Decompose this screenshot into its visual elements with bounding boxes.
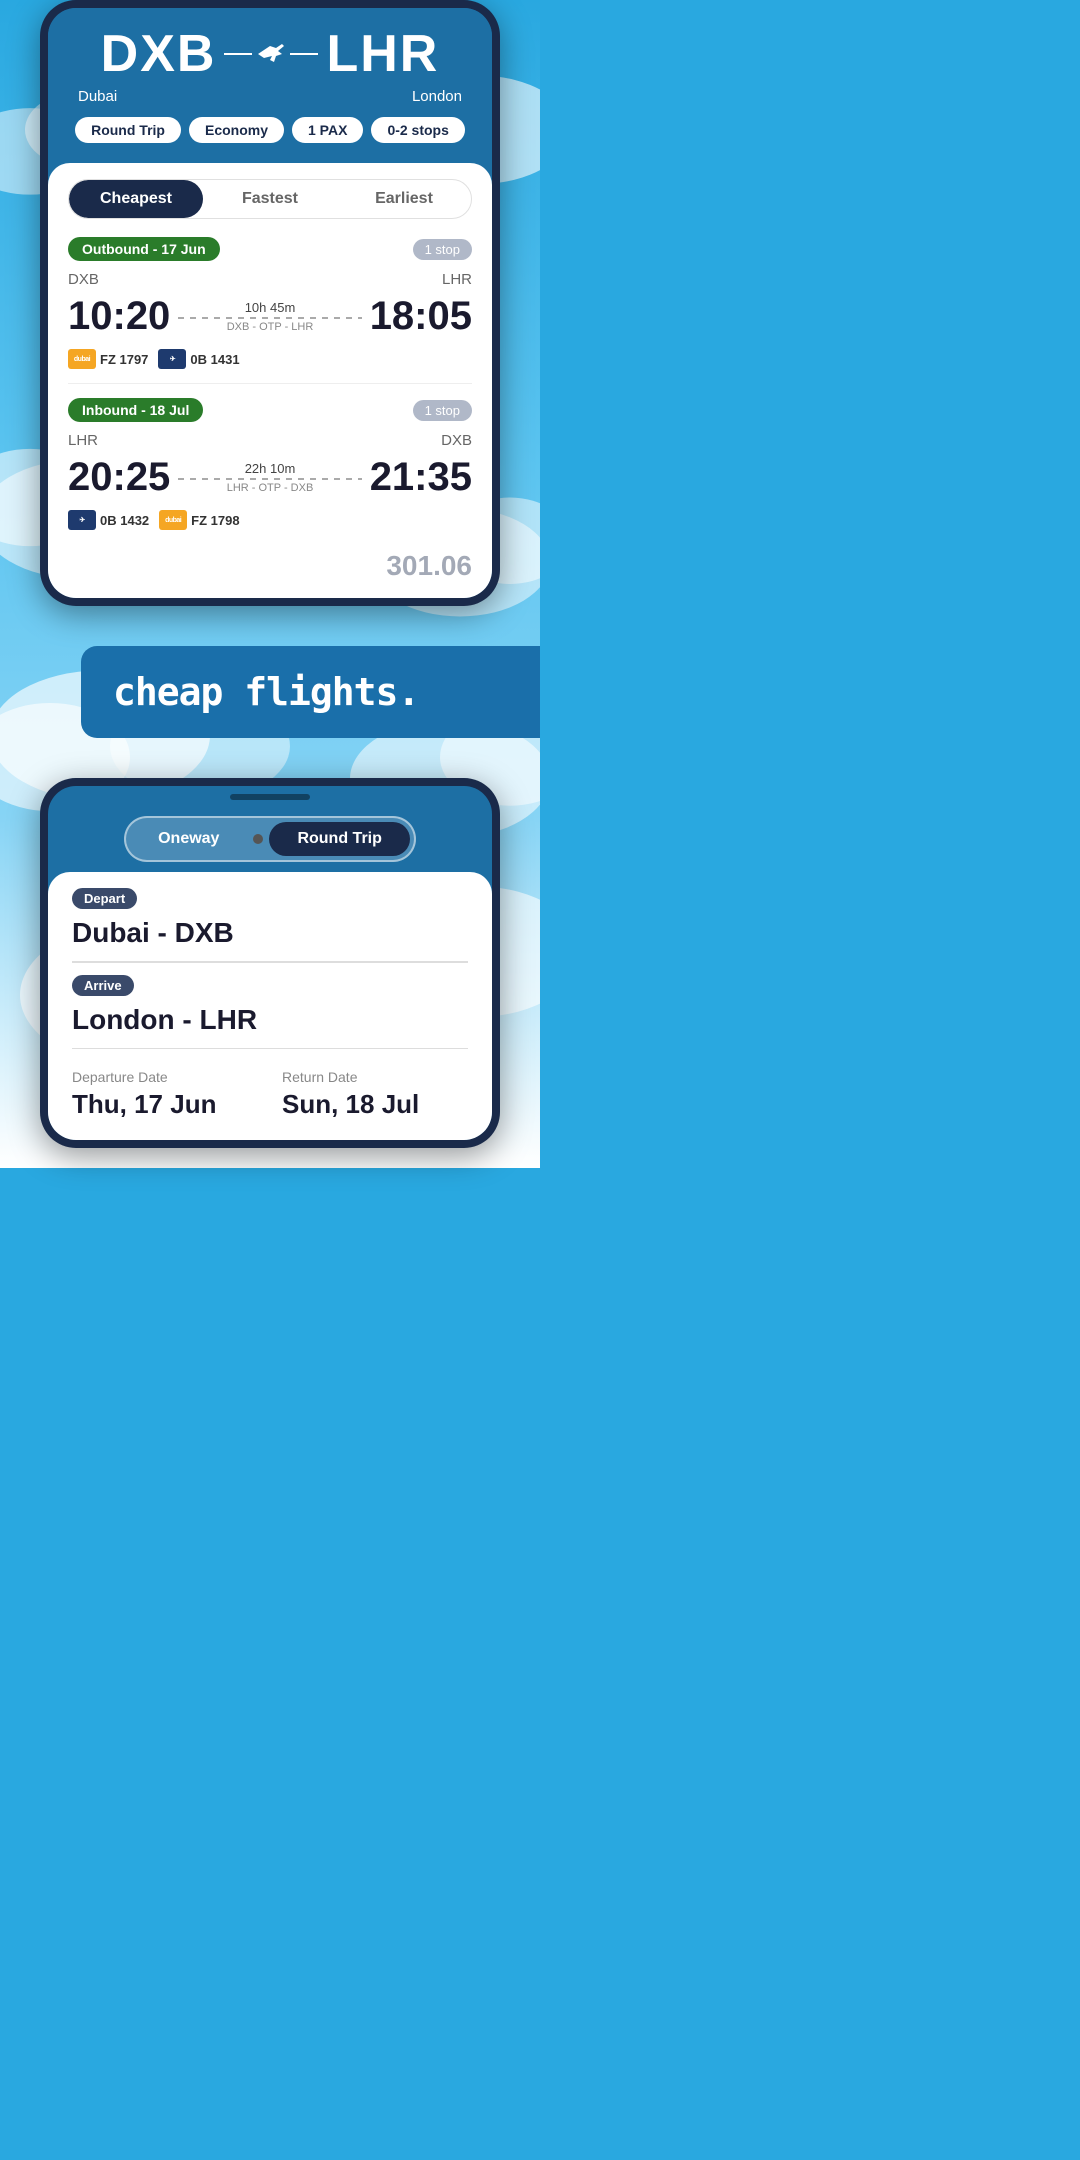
field-divider-1 [72, 961, 468, 963]
inbound-dest: DXB [441, 432, 472, 449]
departure-date-value[interactable]: Thu, 17 Jun [72, 1089, 258, 1120]
middle-section: cheap flights. [0, 606, 540, 758]
outbound-flight-2: 0B 1431 [190, 352, 239, 367]
cabin-pill[interactable]: Economy [189, 117, 284, 143]
tagline-box: cheap flights. [81, 646, 540, 738]
outbound-airline-2: ✈ 0B 1431 [158, 349, 239, 369]
price-preview: 301.06 [68, 544, 472, 582]
departure-date-label: Departure Date [72, 1069, 258, 1085]
origin-code: DXB [101, 24, 217, 84]
outbound-dashed-line [178, 317, 361, 319]
plane-icon [224, 42, 318, 66]
passengers-pill[interactable]: 1 PAX [292, 117, 363, 143]
toggle-row: Oneway Round Trip [48, 800, 492, 872]
sort-tabs: Cheapest Fastest Earliest [68, 179, 472, 219]
inbound-flight-1: 0B 1432 [100, 513, 149, 528]
return-date-label: Return Date [282, 1069, 468, 1085]
depart-value[interactable]: Dubai - DXB [72, 917, 468, 949]
departure-date-col: Departure Date Thu, 17 Jun [72, 1069, 258, 1120]
inbound-header: Inbound - 18 Jul 1 stop [68, 398, 472, 422]
inbound-route: LHR DXB [68, 432, 472, 449]
route-display: DXB LHR [68, 24, 472, 84]
origin-city: Dubai [78, 88, 117, 105]
notch [230, 794, 310, 800]
inbound-duration: 22h 10m [245, 461, 296, 476]
outbound-airlines: dubai FZ 1797 ✈ 0B 1431 [68, 349, 472, 369]
outbound-dest: LHR [442, 271, 472, 288]
outbound-header: Outbound - 17 Jun 1 stop [68, 237, 472, 261]
flydubai-logo-2: dubai [159, 510, 187, 530]
outbound-arrive: 18:05 [370, 294, 472, 339]
arrive-value[interactable]: London - LHR [72, 1004, 468, 1036]
inbound-stop-badge: 1 stop [413, 400, 472, 421]
flydubai-logo: dubai [68, 349, 96, 369]
dest-city: London [412, 88, 462, 105]
toggle-roundtrip[interactable]: Round Trip [269, 822, 409, 856]
phone2-form: Depart Dubai - DXB Arrive London - LHR D… [48, 872, 492, 1140]
trip-type-pill[interactable]: Round Trip [75, 117, 181, 143]
inbound-arrive: 21:35 [370, 455, 472, 500]
phone-2: Oneway Round Trip Depart Dubai - DXB Arr… [40, 778, 500, 1148]
inbound-origin: LHR [68, 432, 98, 449]
phone2-notch [48, 786, 492, 800]
dest-code: LHR [326, 24, 439, 84]
arrive-label: Arrive [72, 975, 134, 996]
outbound-depart: 10:20 [68, 294, 170, 339]
outbound-duration: 10h 45m [245, 300, 296, 315]
outbound-duration-line: 10h 45m DXB - OTP - LHR [170, 300, 369, 333]
inbound-airline-1: ✈ 0B 1432 [68, 510, 149, 530]
tab-cheapest[interactable]: Cheapest [69, 180, 203, 218]
inbound-airlines: ✈ 0B 1432 dubai FZ 1798 [68, 510, 472, 530]
outbound-via: DXB - OTP - LHR [227, 321, 314, 333]
toggle-oneway[interactable]: Oneway [130, 822, 247, 856]
inbound-dashed-line [178, 478, 361, 480]
phone-1: DXB LHR Dubai London Round Trip [40, 0, 500, 606]
inbound-times: 20:25 22h 10m LHR - OTP - DXB 21:35 [68, 455, 472, 500]
stops-pill[interactable]: 0-2 stops [371, 117, 464, 143]
outbound-label: Outbound - 17 Jun [68, 237, 220, 261]
field-divider-2 [72, 1048, 468, 1050]
segment-divider [68, 383, 472, 384]
outbound-origin: DXB [68, 271, 99, 288]
inbound-via: LHR - OTP - DXB [227, 482, 314, 494]
inbound-flight-2: FZ 1798 [191, 513, 239, 528]
toggle-dot [253, 834, 263, 844]
blueair-logo-2: ✈ [68, 510, 96, 530]
inbound-duration-line: 22h 10m LHR - OTP - DXB [170, 461, 369, 494]
inbound-depart: 20:25 [68, 455, 170, 500]
return-date-col: Return Date Sun, 18 Jul [282, 1069, 468, 1120]
filter-pills: Round Trip Economy 1 PAX 0-2 stops [68, 117, 472, 155]
blueair-logo-1: ✈ [158, 349, 186, 369]
return-date-value[interactable]: Sun, 18 Jul [282, 1089, 468, 1120]
inbound-airline-2: dubai FZ 1798 [159, 510, 239, 530]
outbound-stop-badge: 1 stop [413, 239, 472, 260]
tab-earliest[interactable]: Earliest [337, 180, 471, 218]
depart-label: Depart [72, 888, 137, 909]
tab-fastest[interactable]: Fastest [203, 180, 337, 218]
phone1-content: Cheapest Fastest Earliest Outbound - 17 … [48, 163, 492, 598]
trip-toggle[interactable]: Oneway Round Trip [124, 816, 416, 862]
outbound-flight-1: FZ 1797 [100, 352, 148, 367]
outbound-route: DXB LHR [68, 271, 472, 288]
outbound-times: 10:20 10h 45m DXB - OTP - LHR 18:05 [68, 294, 472, 339]
inbound-label: Inbound - 18 Jul [68, 398, 203, 422]
tagline-text: cheap flights. [113, 670, 419, 714]
date-row: Departure Date Thu, 17 Jun Return Date S… [72, 1061, 468, 1120]
outbound-airline-1: dubai FZ 1797 [68, 349, 148, 369]
city-names: Dubai London [68, 88, 472, 105]
phone1-header: DXB LHR Dubai London Round Trip [48, 8, 492, 163]
